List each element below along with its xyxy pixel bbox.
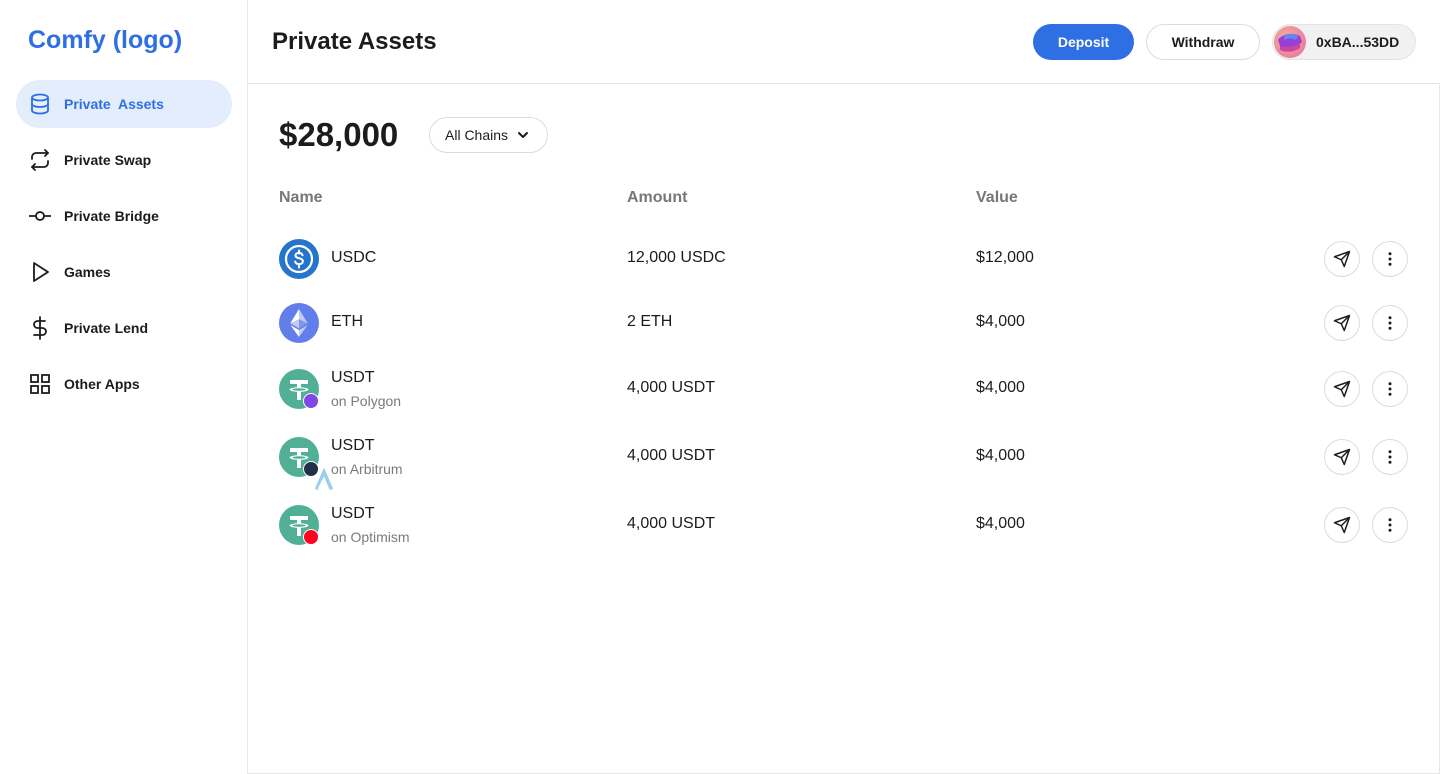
more-vertical-icon [1388, 518, 1392, 532]
app-logo[interactable]: Comfy (logo) [28, 26, 182, 55]
more-options-button[interactable] [1372, 305, 1408, 341]
usdt-icon [279, 505, 335, 557]
table-row[interactable]: ETH 2 ETH $4,000 [248, 293, 1440, 353]
send-button[interactable] [1324, 305, 1360, 341]
token-chain: on Optimism [331, 529, 410, 545]
token-name: USDT [331, 437, 375, 454]
grid-icon [28, 372, 52, 396]
token-name: USDT [331, 505, 375, 522]
more-options-button[interactable] [1372, 371, 1408, 407]
page-title: Private Assets [272, 28, 437, 55]
token-chain: on Arbitrum [331, 461, 403, 477]
avatar [1274, 26, 1306, 58]
column-header-name: Name [279, 189, 323, 206]
column-header-amount: Amount [627, 189, 688, 206]
usdt-icon [279, 437, 334, 491]
more-vertical-icon [1388, 450, 1392, 464]
chain-filter-dropdown[interactable]: All Chains [429, 117, 548, 153]
token-value: $4,000 [976, 447, 1025, 464]
database-icon [28, 92, 52, 116]
dollar-icon [28, 316, 52, 340]
token-value: $4,000 [976, 313, 1025, 330]
optimism-badge-icon [303, 529, 335, 557]
token-amount: 4,000 USDT [627, 379, 716, 396]
sidebar-item-games[interactable]: Games [16, 248, 232, 296]
wallet-button[interactable]: 0xBA...53DD [1272, 24, 1416, 60]
token-value: $4,000 [976, 515, 1025, 532]
send-icon [1333, 380, 1351, 398]
token-name: USDT [331, 369, 375, 386]
sidebar-item-other-apps[interactable]: Other Apps [16, 360, 232, 408]
main-content: $28,000 All Chains Name Amount Value USD… [248, 85, 1440, 774]
deposit-button[interactable]: Deposit [1033, 24, 1134, 60]
sidebar-item-label: Private Lend [64, 320, 149, 336]
token-name: USDC [331, 249, 377, 266]
eth-icon [279, 303, 319, 343]
withdraw-button[interactable]: Withdraw [1146, 24, 1260, 60]
more-vertical-icon [1388, 252, 1392, 266]
token-value: $4,000 [976, 379, 1025, 396]
sidebar-item-private-bridge[interactable]: Private Bridge [16, 192, 232, 240]
polygon-badge-icon [303, 393, 336, 424]
more-options-button[interactable] [1372, 507, 1408, 543]
usdt-icon [279, 369, 336, 424]
sidebar-nav: Private Assets Private Swap Private Brid… [16, 80, 232, 416]
chain-filter-value: All Chains [445, 127, 509, 143]
table-row[interactable]: USDT on Optimism 4,000 USDT $4,000 [248, 495, 1440, 557]
play-icon [28, 260, 52, 284]
sidebar-item-label: Games [64, 264, 111, 280]
send-button[interactable] [1324, 439, 1360, 475]
token-value: $12,000 [976, 249, 1034, 266]
token-chain: on Polygon [331, 393, 402, 409]
arbitrum-badge-icon [303, 461, 334, 491]
sidebar-item-private-lend[interactable]: Private Lend [16, 304, 232, 352]
send-icon [1333, 314, 1351, 332]
table-row[interactable]: USDT on Polygon 4,000 USDT $4,000 [248, 359, 1440, 424]
sidebar-item-label: Private Bridge [64, 208, 159, 224]
sidebar-item-label: Private Assets [64, 96, 164, 112]
token-amount: 12,000 USDC [627, 249, 726, 266]
chevron-down-icon [518, 132, 529, 138]
send-icon [1333, 516, 1351, 534]
send-icon [1333, 250, 1351, 268]
sidebar-item-private-assets[interactable]: Private Assets [16, 80, 232, 128]
column-header-value: Value [976, 189, 1018, 206]
more-vertical-icon [1388, 382, 1392, 396]
send-button[interactable] [1324, 507, 1360, 543]
top-header: Private Assets Deposit Withdraw 0xBA...5… [248, 0, 1440, 84]
total-balance: $28,000 [279, 116, 399, 153]
usdc-icon [279, 239, 319, 279]
table-row[interactable]: USDC 12,000 USDC $12,000 [248, 229, 1440, 289]
wallet-address: 0xBA...53DD [1316, 34, 1400, 50]
sidebar: Comfy (logo) Private Assets Private Swap… [0, 0, 248, 774]
sidebar-item-label: Other Apps [64, 376, 140, 392]
sidebar-item-label: Private Swap [64, 152, 152, 168]
more-vertical-icon [1388, 316, 1392, 330]
bridge-node-icon [28, 204, 52, 228]
token-amount: 4,000 USDT [627, 447, 716, 464]
more-options-button[interactable] [1372, 439, 1408, 475]
token-name: ETH [331, 313, 363, 330]
table-row[interactable]: USDT on Arbitrum 4,000 USDT $4,000 [248, 427, 1440, 491]
swap-arrows-icon [28, 148, 52, 172]
token-amount: 4,000 USDT [627, 515, 716, 532]
send-icon [1333, 448, 1351, 466]
send-button[interactable] [1324, 241, 1360, 277]
send-button[interactable] [1324, 371, 1360, 407]
sidebar-item-private-swap[interactable]: Private Swap [16, 136, 232, 184]
token-amount: 2 ETH [627, 313, 673, 330]
more-options-button[interactable] [1372, 241, 1408, 277]
